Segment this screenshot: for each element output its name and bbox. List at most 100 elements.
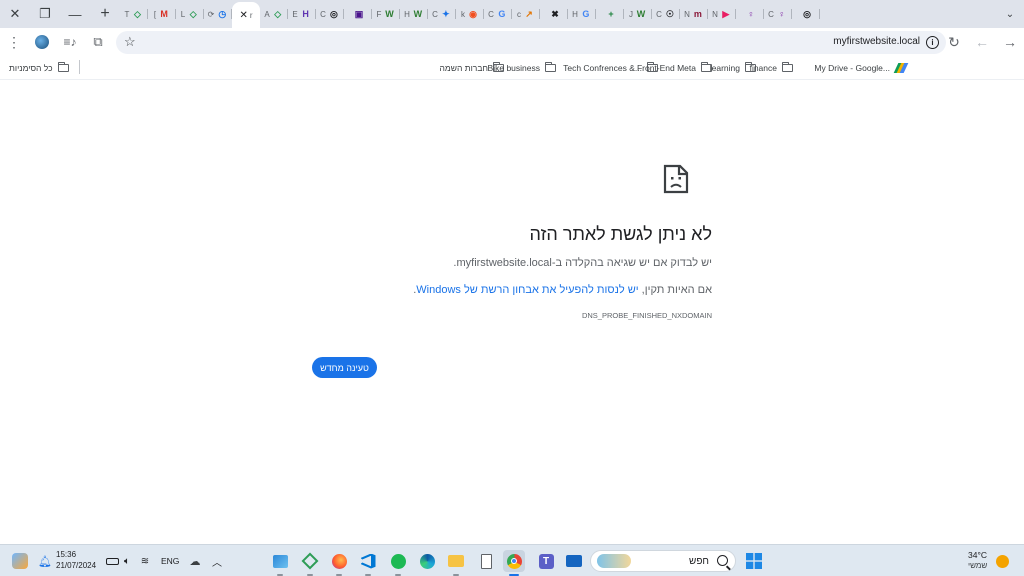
extensions-button[interactable]: ⧉	[84, 28, 112, 56]
address-bar[interactable]: ☆ myfirstwebsite.local i	[116, 31, 946, 54]
reload-button[interactable]: ↻	[940, 28, 968, 56]
file-app-button[interactable]	[475, 550, 497, 572]
bookmark-star-icon[interactable]: ☆	[124, 34, 136, 50]
bookmark-item[interactable]: Front-End Meta	[637, 61, 712, 75]
browser-tab[interactable]: C ♀	[764, 3, 792, 25]
restore-window-button[interactable]: ❐	[30, 0, 60, 28]
spotify-app-button[interactable]	[387, 550, 409, 576]
tab-letter: [	[153, 9, 157, 19]
bookmark-label: Tech Confrences &...	[563, 63, 642, 73]
tab-letter: r	[249, 10, 253, 20]
show-hidden-icons-button[interactable]: ︿	[206, 550, 228, 572]
teams-app-button[interactable]: T	[535, 550, 557, 572]
tab-letter: C	[768, 9, 774, 19]
tab-letter: H	[572, 9, 578, 19]
browser-tab[interactable]: HG	[568, 3, 596, 25]
error-title: לא ניתן לגשת לאתר הזה	[529, 224, 712, 244]
photos-app-button[interactable]	[269, 550, 291, 576]
language-indicator[interactable]: ENG	[161, 556, 179, 566]
start-button[interactable]	[743, 550, 765, 572]
browser-tab[interactable]: C ◎	[316, 3, 344, 25]
reload-icon: ↻	[948, 33, 960, 50]
browser-tab[interactable]: Nm	[680, 3, 708, 25]
browser-tab[interactable]: A ◇	[260, 3, 288, 25]
bookmark-label: Bike business	[487, 63, 540, 73]
browser-tab[interactable]: FW	[372, 3, 400, 25]
tab-letter: A	[264, 9, 270, 19]
vscode-icon	[360, 553, 376, 569]
vscode-app-button[interactable]	[357, 550, 379, 576]
minimize-window-button[interactable]: —	[60, 0, 90, 28]
firefox-app-button[interactable]	[328, 550, 350, 576]
file-explorer-button[interactable]	[445, 550, 467, 576]
bookmark-label: חברות השמה	[439, 63, 488, 73]
close-window-button[interactable]: ✕	[0, 0, 30, 28]
media-controls-button[interactable]: ≡♪	[56, 28, 84, 56]
browser-tab[interactable]: ♀	[736, 3, 764, 25]
tab-strip: ✕ ❐ — + T ◇[M L ◇ ⟳ ◷ ✕ r A ◇ E H C ◎ ▣ F W H W C ✦ k ◉ C Gc ↗ ✖ H G…	[0, 0, 1024, 28]
bookmark-item[interactable]: My Drive - Google...	[814, 61, 909, 75]
browser-tab[interactable]: EH	[288, 3, 316, 25]
browser-tab[interactable]: C ☉	[652, 3, 680, 25]
chevron-down-icon: ⌄	[1005, 8, 1015, 20]
browser-tab[interactable]: HW	[400, 3, 428, 25]
new-tab-button[interactable]: +	[90, 0, 120, 28]
tab-letter: T	[124, 9, 130, 19]
network-diagnostics-link[interactable]: יש לנסות להפעיל את אבחון הרשת של Windows	[416, 284, 638, 296]
browser-tab[interactable]: ⟳ ◷	[204, 3, 232, 25]
tab-search-button[interactable]: ⌄	[996, 0, 1024, 28]
folder-icon	[782, 62, 793, 72]
browser-tab[interactable]: c ↗	[512, 3, 540, 25]
sad-document-icon	[663, 164, 689, 194]
close-tab-icon[interactable]: ✕	[239, 10, 247, 21]
battery-button[interactable]	[101, 550, 123, 572]
edge-app-button[interactable]	[416, 550, 438, 572]
notifications-button[interactable]: 🔔︎	[34, 550, 56, 572]
back-button[interactable]: ←	[968, 28, 996, 56]
tab-letter: H	[404, 9, 410, 19]
profile-button[interactable]	[28, 28, 56, 56]
tab-favicon-icon: ◉	[469, 8, 477, 19]
bookmark-item[interactable]: finance	[750, 61, 793, 75]
browser-tab[interactable]: C ✦	[428, 3, 456, 25]
browser-tab[interactable]: N ▶	[708, 3, 736, 25]
tab-favicon-icon: M	[160, 9, 168, 19]
all-bookmarks-button[interactable]: כל הסימניות	[9, 61, 69, 75]
browser-tab[interactable]: +	[596, 3, 624, 25]
browser-tab[interactable]: ◎	[792, 3, 820, 25]
reload-page-button[interactable]: טעינה מחדש	[312, 357, 377, 378]
browser-tab[interactable]: ✕ r	[232, 2, 260, 28]
url-text[interactable]: myfirstwebsite.local	[833, 36, 920, 47]
browser-tab[interactable]: JW	[624, 3, 652, 25]
browser-tab[interactable]: L ◇	[176, 3, 204, 25]
forward-button[interactable]: →	[996, 28, 1024, 56]
menu-button[interactable]: ⋮	[0, 28, 28, 56]
site-info-icon[interactable]: i	[926, 36, 939, 49]
app-green-diamond-button[interactable]	[299, 550, 321, 576]
browser-tab[interactable]: T ◇	[120, 3, 148, 25]
firefox-icon	[331, 553, 347, 569]
browser-tab[interactable]: CG	[484, 3, 512, 25]
browser-tab[interactable]: ▣	[344, 3, 372, 25]
bell-icon: 🔔︎	[38, 555, 52, 568]
bookmarks-divider	[79, 60, 80, 74]
clock-time[interactable]: 15:36	[56, 550, 76, 559]
widgets-button[interactable]	[9, 550, 31, 572]
bookmark-item[interactable]: Bike business	[488, 61, 556, 75]
error-typo-hint: יש לבדוק אם יש שגיאה בהקלדה ב-myfirstweb…	[453, 257, 712, 269]
browser-tab[interactable]: k ◉	[456, 3, 484, 25]
tab-favicon-icon: ▣	[354, 8, 364, 19]
taskbar-search[interactable]: חפש	[590, 550, 736, 572]
browser-tab[interactable]: ✖	[540, 3, 568, 25]
bookmark-label: learning	[709, 63, 740, 73]
clock-date[interactable]: 21/07/2024	[56, 561, 96, 570]
tab-favicon-icon: ☉	[665, 8, 674, 19]
browser-tab[interactable]: [M	[148, 3, 176, 25]
onedrive-button[interactable]: ☁	[184, 550, 206, 572]
tab-letter: k	[461, 9, 465, 19]
chrome-app-button[interactable]	[503, 550, 525, 576]
google-drive-icon	[893, 63, 909, 73]
mail-app-button[interactable]	[563, 550, 585, 572]
weather-widget-button[interactable]	[991, 550, 1013, 572]
tab-favicon-icon: W	[385, 9, 394, 19]
